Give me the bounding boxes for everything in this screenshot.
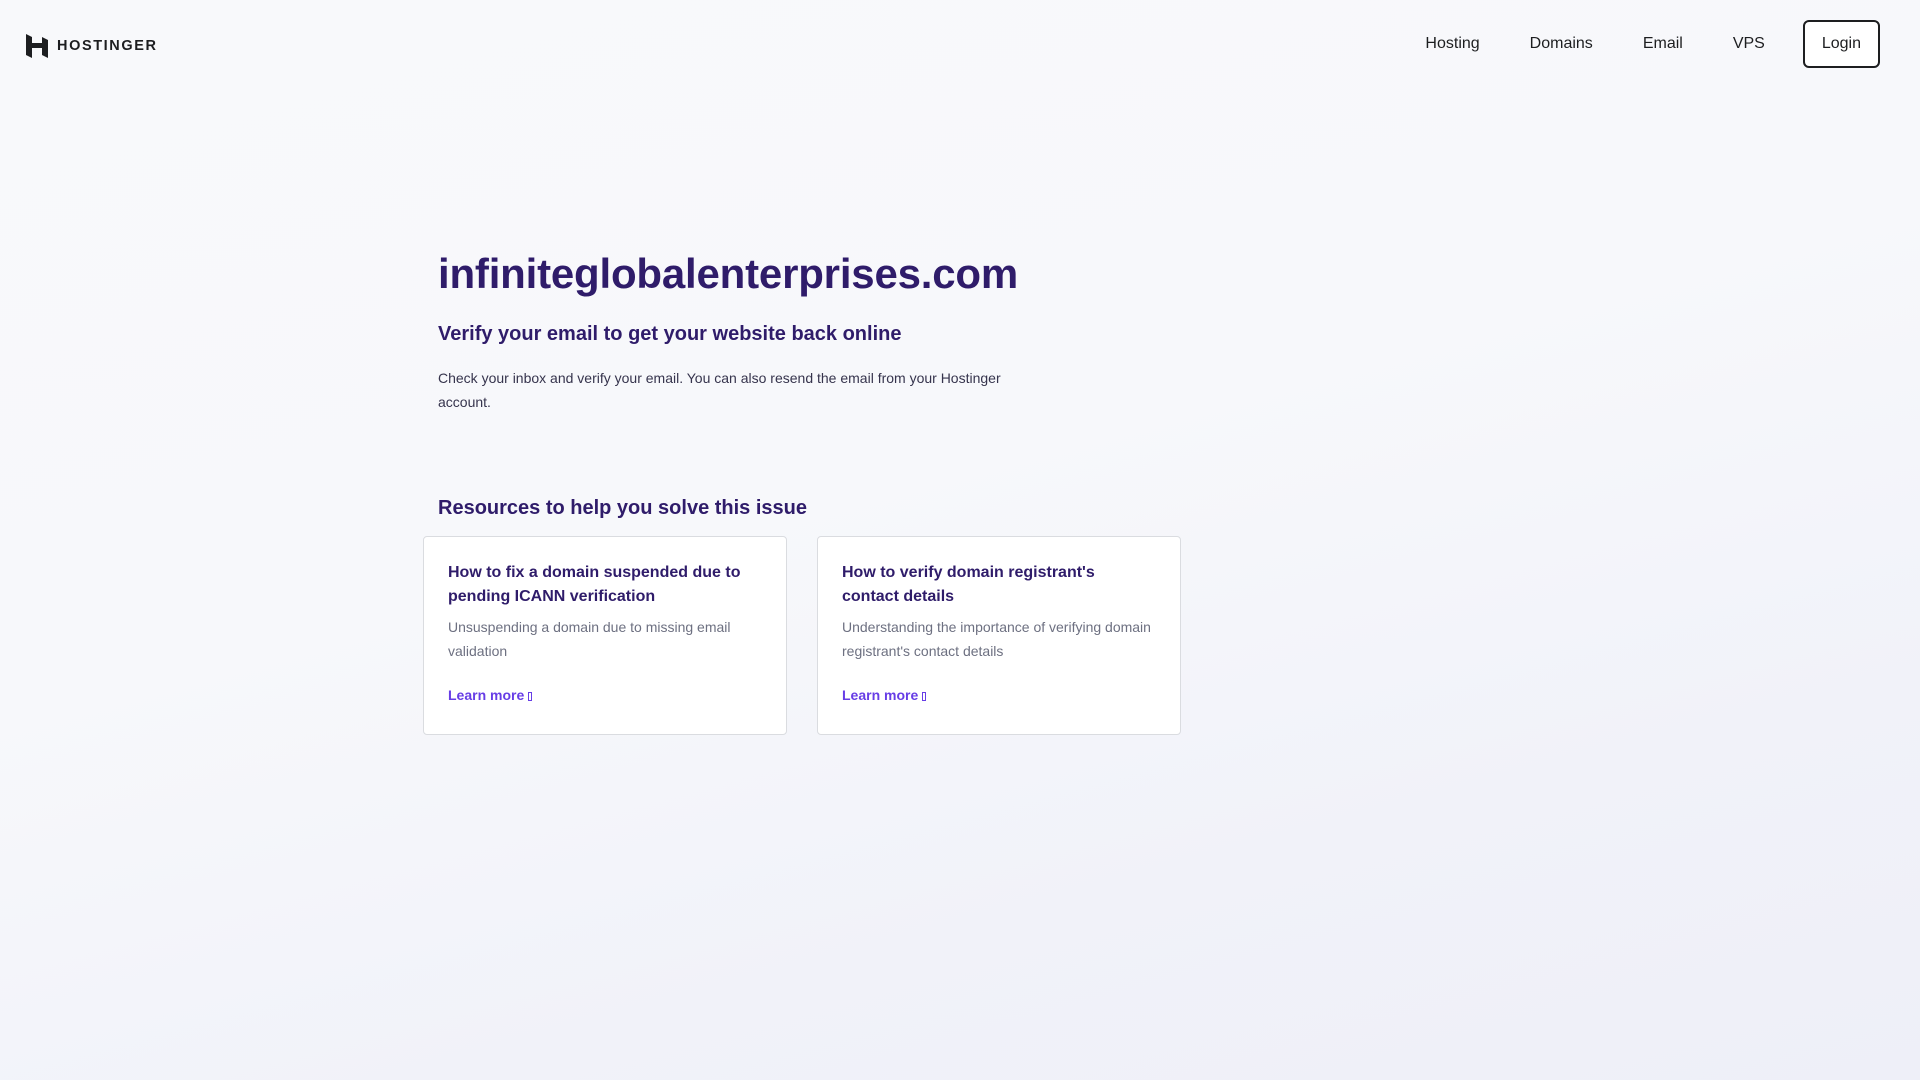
nav-domains[interactable]: Domains <box>1530 20 1593 68</box>
learn-more-label: Learn more <box>448 687 525 703</box>
learn-more-label: Learn more <box>842 687 919 703</box>
logo-text: HOSTINGER <box>57 38 158 54</box>
nav-email[interactable]: Email <box>1643 20 1683 68</box>
page-subtitle: Verify your email to get your website ba… <box>438 323 902 345</box>
main-nav: Hosting Domains Email VPS Login <box>1425 20 1880 68</box>
resource-card: How to verify domain registrant's contac… <box>817 536 1181 735</box>
hostinger-logo-icon <box>26 34 48 58</box>
nav-vps[interactable]: VPS <box>1733 20 1765 68</box>
arrow-icon <box>528 691 533 701</box>
card-description: Unsuspending a domain due to missing ema… <box>448 619 731 659</box>
card-description: Understanding the importance of verifyin… <box>842 619 1151 659</box>
login-button[interactable]: Login <box>1802 20 1880 68</box>
learn-more-link[interactable]: Learn more <box>448 687 533 703</box>
resource-card: How to fix a domain suspended due to pen… <box>423 536 787 735</box>
card-title: How to verify domain registrant's contac… <box>842 564 1095 605</box>
learn-more-link[interactable]: Learn more <box>842 687 927 703</box>
arrow-icon <box>922 691 927 701</box>
page-description: Check your inbox and verify your email. … <box>438 370 1001 410</box>
site-header: HOSTINGER Hosting Domains Email VPS Logi… <box>0 0 1920 88</box>
resources-heading: Resources to help you solve this issue <box>438 497 808 519</box>
domain-title: infiniteglobalenterprises.com <box>438 250 1018 297</box>
nav-hosting[interactable]: Hosting <box>1425 20 1479 68</box>
hostinger-logo[interactable]: HOSTINGER <box>26 34 158 58</box>
main-content: infiniteglobalenterprises.com Verify you… <box>438 246 1198 522</box>
resource-cards: How to fix a domain suspended due to pen… <box>423 536 1181 735</box>
card-title: How to fix a domain suspended due to pen… <box>448 564 741 605</box>
